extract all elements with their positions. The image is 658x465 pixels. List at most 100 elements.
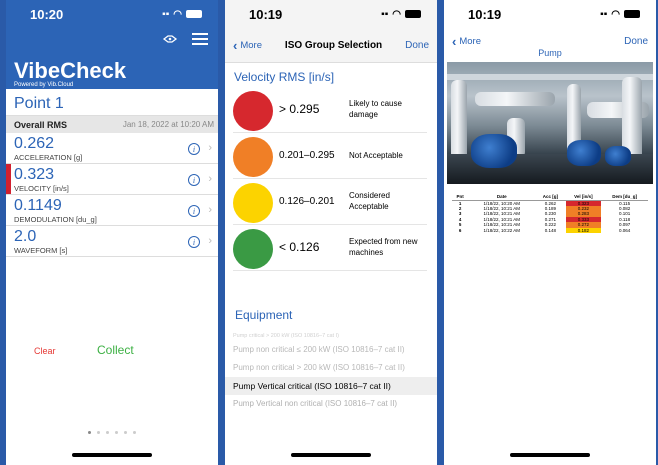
measurement-unit: VELOCITY [in/s] <box>14 184 69 193</box>
status-time: 10:19 <box>249 6 283 22</box>
pump-motor <box>567 140 601 166</box>
zone-description: Expected from new machines <box>349 237 418 257</box>
app-title: VibeCheck <box>14 58 127 83</box>
zone-description: Likely to cause damage <box>349 99 402 119</box>
nav-title: ISO Group Selection <box>284 39 383 51</box>
cell-point: 6 <box>458 227 462 233</box>
signal-icon: ▪▪ <box>381 8 389 20</box>
info-icon[interactable]: i <box>188 174 200 186</box>
pump-report-screen: 10:19 ▪▪ ◠ ‹ More Done Pump Pnt Date Acc… <box>444 0 656 465</box>
wifi-icon: ◠ <box>611 8 620 20</box>
cell-acc: 0.148 <box>544 227 557 233</box>
zone-description: Not Acceptable <box>349 151 403 160</box>
measurement-unit: ACCELERATION [g] <box>14 153 83 162</box>
status-icons: ▪▪ ◠ <box>600 9 640 20</box>
home-indicator[interactable] <box>510 453 590 457</box>
status-bar: 10:20 ▪▪ ◠ <box>6 0 218 28</box>
header-actions <box>162 33 208 45</box>
measurement-row-velocity[interactable]: 0.323 VELOCITY [in/s] i › <box>6 164 218 195</box>
collect-button[interactable]: Collect <box>97 343 134 357</box>
clear-button[interactable]: Clear <box>34 346 56 356</box>
report-title: Pump <box>538 48 562 58</box>
cell-date: 1/18/22, 10:22 AM <box>483 227 521 233</box>
page-dot <box>88 431 91 434</box>
velocity-section-title: Velocity RMS [in/s] <box>234 70 335 84</box>
vibecheck-main-screen: 10:20 ▪▪ ◠ VibeCheck Powered by Vib.Clou… <box>6 0 218 465</box>
done-button[interactable]: Done <box>624 36 648 47</box>
measurement-row-waveform[interactable]: 2.0 WAVEFORM [s] i › <box>6 226 218 257</box>
severity-zone-not-acceptable: 0.201–0.295 Not Acceptable <box>233 133 427 179</box>
status-bar: 10:19 ▪▪ ◠ <box>444 0 656 28</box>
overall-rms-header: Overall RMS Jan 18, 2022 at 10:20 AM <box>6 116 218 133</box>
severity-dot-green <box>233 229 273 269</box>
severity-zone-acceptable: 0.126–0.201 Considered Acceptable <box>233 179 427 225</box>
cell-vel: 0.182 <box>565 227 602 233</box>
wifi-icon: ◠ <box>392 8 401 20</box>
pump-photo <box>447 62 653 184</box>
severity-dot-yellow <box>233 183 273 223</box>
page-indicator[interactable] <box>88 431 136 434</box>
back-button[interactable]: ‹ More <box>452 34 481 49</box>
pump-motor <box>471 134 517 168</box>
equipment-option[interactable]: Pump critical > 200 kW (ISO 10816–7 cat … <box>225 331 437 341</box>
equipment-option[interactable]: Pump non critical ≤ 200 kW (ISO 10816–7 … <box>225 341 437 359</box>
page-dot <box>133 431 136 434</box>
status-icons: ▪▪ ◠ <box>381 9 421 20</box>
page-dot <box>106 431 109 434</box>
equipment-option[interactable]: Pump Vertical non critical (ISO 10816–7 … <box>225 395 437 413</box>
measurement-table: Pnt Date Acc [g] Vel [in/s] Dem [du_g] 1… <box>452 194 648 233</box>
app-header: 10:20 ▪▪ ◠ VibeCheck Powered by Vib.Clou… <box>6 0 218 89</box>
page-dot <box>97 431 100 434</box>
status-icons: ▪▪ ◠ <box>162 9 202 20</box>
point-title[interactable]: Point 1 <box>6 89 218 116</box>
home-indicator[interactable] <box>291 453 371 457</box>
page-dot <box>124 431 127 434</box>
nav-bar: ‹ More ISO Group Selection Done <box>225 28 437 63</box>
back-label: More <box>240 39 262 51</box>
table-row: 6 1/18/22, 10:22 AM 0.148 0.182 0.064 <box>452 227 648 233</box>
back-label: More <box>459 35 481 47</box>
menu-icon[interactable] <box>192 33 208 45</box>
done-button[interactable]: Done <box>405 40 429 51</box>
status-time: 10:20 <box>30 6 64 22</box>
info-icon[interactable]: i <box>188 236 200 248</box>
zone-range: 0.201–0.295 <box>279 150 335 161</box>
severity-dot-red <box>233 91 273 131</box>
chevron-left-icon: ‹ <box>452 33 457 49</box>
back-button[interactable]: ‹ More <box>233 38 262 53</box>
measurement-row-demodulation[interactable]: 0.1149 DEMODULATION [du_g] i › <box>6 195 218 226</box>
severity-zone-new-machines: < 0.126 Expected from new machines <box>233 225 427 271</box>
home-indicator[interactable] <box>72 453 152 457</box>
measurement-unit: DEMODULATION [du_g] <box>14 215 97 224</box>
chevron-right-icon: › <box>208 235 212 247</box>
equipment-picker[interactable]: Pump critical > 200 kW (ISO 10816–7 cat … <box>225 331 437 413</box>
overall-rms-timestamp: Jan 18, 2022 at 10:20 AM <box>122 120 214 129</box>
zone-description: Considered Acceptable <box>349 191 390 211</box>
severity-dot-orange <box>233 137 273 177</box>
sensor-connect-icon[interactable] <box>162 33 178 45</box>
status-bar: 10:19 ▪▪ ◠ <box>225 0 437 28</box>
zone-range: > 0.295 <box>279 102 320 116</box>
overall-rms-label: Overall RMS <box>14 119 68 130</box>
wifi-icon: ◠ <box>173 8 182 20</box>
cell-dem: 0.064 <box>619 227 631 233</box>
iso-group-selection-screen: 10:19 ▪▪ ◠ ‹ More ISO Group Selection Do… <box>225 0 437 465</box>
zone-range: 0.126–0.201 <box>279 196 335 207</box>
info-icon[interactable]: i <box>188 143 200 155</box>
pump-motor <box>605 146 631 166</box>
measurement-row-acceleration[interactable]: 0.262 ACCELERATION [g] i › <box>6 133 218 164</box>
info-icon[interactable]: i <box>188 205 200 217</box>
battery-icon <box>624 10 640 18</box>
battery-icon <box>405 10 421 18</box>
chevron-left-icon: ‹ <box>233 37 238 53</box>
signal-icon: ▪▪ <box>600 8 608 20</box>
pipe <box>475 92 555 106</box>
battery-icon <box>186 10 202 18</box>
chevron-right-icon: › <box>208 204 212 216</box>
chevron-right-icon: › <box>208 142 212 154</box>
zone-range: < 0.126 <box>279 240 320 254</box>
equipment-option-selected[interactable]: Pump Vertical critical (ISO 10816–7 cat … <box>225 377 437 395</box>
severity-zone-damage: > 0.295 Likely to cause damage <box>233 87 427 133</box>
signal-icon: ▪▪ <box>162 8 170 20</box>
equipment-option[interactable]: Pump non critical > 200 kW (ISO 10816–7 … <box>225 359 437 377</box>
